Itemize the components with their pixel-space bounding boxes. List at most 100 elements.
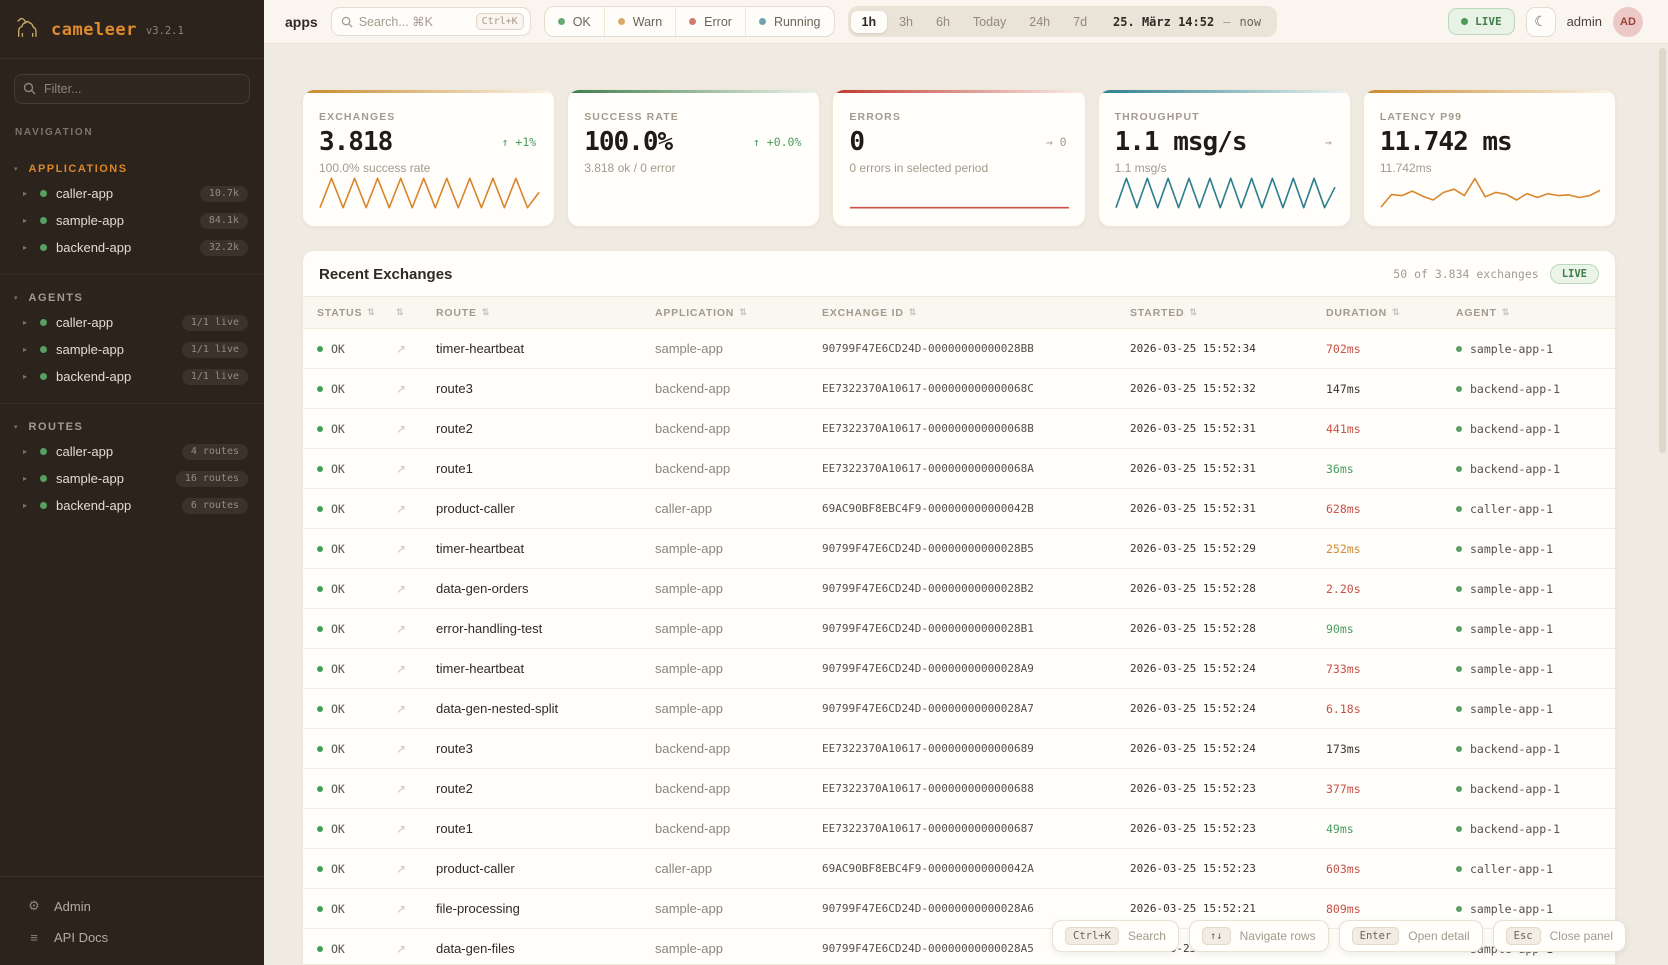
column-header-application[interactable]: APPLICATION⇅ — [655, 307, 822, 319]
stat-card-success-rate[interactable]: SUCCESS RATE100.0%↑ +0.0%3.818 ok / 0 er… — [567, 89, 820, 227]
column-header-route[interactable]: ROUTE⇅ — [436, 307, 655, 319]
time-range-6h[interactable]: 6h — [925, 11, 961, 33]
table-row[interactable]: OK↗product-callercaller-app69AC90BF8EBC4… — [303, 489, 1615, 529]
started-cell: 2026-03-25 15:52:34 — [1130, 342, 1326, 355]
status-filter-running[interactable]: Running — [745, 7, 834, 36]
sort-icon: ⇅ — [1392, 307, 1400, 318]
footer-item-api-docs[interactable]: ≡API Docs — [0, 922, 264, 953]
sidebar-item-caller-app[interactable]: ▸caller-app4 routes — [0, 438, 264, 465]
column-header-started[interactable]: STARTED⇅ — [1130, 307, 1326, 319]
sidebar-item-caller-app[interactable]: ▸caller-app1/1 live — [0, 309, 264, 336]
application-cell: backend-app — [655, 781, 822, 796]
open-exchange-icon[interactable]: ↗ — [396, 702, 436, 716]
open-exchange-icon[interactable]: ↗ — [396, 662, 436, 676]
search-input[interactable] — [359, 15, 470, 29]
section-header-agents[interactable]: ▾AGENTS — [0, 287, 264, 309]
agent-label: backend-app-1 — [1470, 742, 1560, 756]
stat-card-errors[interactable]: ERRORS0→ 00 errors in selected period — [832, 89, 1085, 227]
table-row[interactable]: OK↗route3backend-appEE7322370A10617-0000… — [303, 369, 1615, 409]
page-scrollbar[interactable] — [1659, 48, 1666, 961]
route-cell: product-caller — [436, 501, 655, 516]
footer-item-label: Admin — [54, 899, 91, 914]
open-exchange-icon[interactable]: ↗ — [396, 822, 436, 836]
table-row[interactable]: OK↗timer-heartbeatsample-app90799F47E6CD… — [303, 329, 1615, 369]
sidebar-item-backend-app[interactable]: ▸backend-app32.2k — [0, 234, 264, 261]
ok-status-dot-icon — [317, 906, 323, 912]
shortcut-hint-close-panel: EscClose panel — [1493, 920, 1626, 952]
table-row[interactable]: OK↗timer-heartbeatsample-app90799F47E6CD… — [303, 649, 1615, 689]
table-row[interactable]: OK↗route1backend-appEE7322370A10617-0000… — [303, 809, 1615, 849]
time-range-24h[interactable]: 24h — [1018, 11, 1061, 33]
scrollbar-thumb[interactable] — [1659, 48, 1666, 453]
sidebar-item-backend-app[interactable]: ▸backend-app1/1 live — [0, 363, 264, 390]
table-row[interactable]: OK↗data-gen-orderssample-app90799F47E6CD… — [303, 569, 1615, 609]
sidebar-item-sample-app[interactable]: ▸sample-app1/1 live — [0, 336, 264, 363]
open-exchange-icon[interactable]: ↗ — [396, 542, 436, 556]
column-header-status[interactable]: STATUS⇅ — [317, 307, 396, 319]
sidebar-filter-input[interactable] — [14, 74, 250, 104]
logo-row: cameleer v3.2.1 — [0, 0, 264, 59]
sidebar-item-caller-app[interactable]: ▸caller-app10.7k — [0, 180, 264, 207]
column-header-open[interactable]: ⇅ — [396, 307, 436, 318]
table-row[interactable]: OK↗timer-heartbeatsample-app90799F47E6CD… — [303, 529, 1615, 569]
open-exchange-icon[interactable]: ↗ — [396, 742, 436, 756]
table-row[interactable]: OK↗data-gen-nested-splitsample-app90799F… — [303, 689, 1615, 729]
stat-card-exchanges[interactable]: EXCHANGES3.818↑ +1%100.0% success rate — [302, 89, 555, 227]
date-range-display[interactable]: 25. März 14:52 — now — [1099, 15, 1274, 29]
column-header-duration[interactable]: DURATION ⇅ — [1326, 307, 1456, 319]
section-label: ROUTES — [29, 421, 84, 433]
agent-label: caller-app-1 — [1470, 862, 1553, 876]
time-range-3h[interactable]: 3h — [888, 11, 924, 33]
stat-card-throughput[interactable]: THROUGHPUT1.1 msg/s→1.1 msg/s — [1098, 89, 1351, 227]
ok-status-dot-icon — [317, 586, 323, 592]
open-exchange-icon[interactable]: ↗ — [396, 782, 436, 796]
chevron-right-icon: ▸ — [23, 318, 31, 327]
open-exchange-icon[interactable]: ↗ — [396, 382, 436, 396]
agent-cell: sample-app-1 — [1456, 542, 1615, 556]
main-content: EXCHANGES3.818↑ +1%100.0% success rateSU… — [264, 44, 1668, 965]
section-header-routes[interactable]: ▾ROUTES — [0, 416, 264, 438]
open-exchange-icon[interactable]: ↗ — [396, 582, 436, 596]
agent-status-dot-icon — [1456, 826, 1462, 832]
status-filter-warn[interactable]: Warn — [604, 7, 675, 36]
open-exchange-icon[interactable]: ↗ — [396, 502, 436, 516]
column-header-agent[interactable]: AGENT⇅ — [1456, 307, 1615, 319]
open-exchange-icon[interactable]: ↗ — [396, 622, 436, 636]
time-range-today[interactable]: Today — [962, 11, 1017, 33]
section-header-applications[interactable]: ▾APPLICATIONS — [0, 158, 264, 180]
table-row[interactable]: OK↗route2backend-appEE7322370A10617-0000… — [303, 769, 1615, 809]
footer-item-admin[interactable]: ⚙Admin — [0, 890, 264, 922]
time-range-1h[interactable]: 1h — [851, 11, 888, 33]
open-exchange-icon[interactable]: ↗ — [396, 462, 436, 476]
table-row[interactable]: OK↗route2backend-appEE7322370A10617-0000… — [303, 409, 1615, 449]
column-header-exchange-id[interactable]: EXCHANGE ID⇅ — [822, 307, 1130, 319]
sidebar-item-backend-app[interactable]: ▸backend-app6 routes — [0, 492, 264, 519]
status-filter-ok[interactable]: OK — [545, 7, 604, 36]
time-range-7d[interactable]: 7d — [1062, 11, 1098, 33]
table-row[interactable]: OK↗error-handling-testsample-app90799F47… — [303, 609, 1615, 649]
open-exchange-icon[interactable]: ↗ — [396, 902, 436, 916]
table-row[interactable]: OK↗route1backend-appEE7322370A10617-0000… — [303, 449, 1615, 489]
table-row[interactable]: OK↗product-callercaller-app69AC90BF8EBC4… — [303, 849, 1615, 889]
theme-toggle-button[interactable]: ☾ — [1526, 7, 1556, 37]
status-label: OK — [331, 782, 345, 796]
table-row[interactable]: OK↗route3backend-appEE7322370A10617-0000… — [303, 729, 1615, 769]
open-exchange-icon[interactable]: ↗ — [396, 942, 436, 956]
stat-card-latency-p99[interactable]: LATENCY P9911.742 ms11.742ms — [1363, 89, 1616, 227]
avatar[interactable]: AD — [1613, 7, 1643, 37]
list-icon: ≡ — [27, 930, 41, 945]
agent-status-dot-icon — [1456, 666, 1462, 672]
global-search[interactable]: Ctrl+K — [331, 7, 531, 36]
live-toggle-button[interactable]: LIVE — [1448, 8, 1515, 35]
open-exchange-icon[interactable]: ↗ — [396, 422, 436, 436]
application-cell: backend-app — [655, 421, 822, 436]
sidebar-item-sample-app[interactable]: ▸sample-app84.1k — [0, 207, 264, 234]
sidebar-item-sample-app[interactable]: ▸sample-app16 routes — [0, 465, 264, 492]
status-filter-error[interactable]: Error — [675, 7, 745, 36]
open-exchange-icon[interactable]: ↗ — [396, 862, 436, 876]
exchange-id-cell: 90799F47E6CD24D-00000000000028A7 — [822, 702, 1130, 715]
sparkline-chart — [319, 175, 538, 216]
column-header-label: DURATION — [1326, 307, 1387, 319]
open-exchange-icon[interactable]: ↗ — [396, 342, 436, 356]
content-column: apps Ctrl+K OKWarnErrorRunning 1h3h6hTod… — [264, 0, 1668, 965]
